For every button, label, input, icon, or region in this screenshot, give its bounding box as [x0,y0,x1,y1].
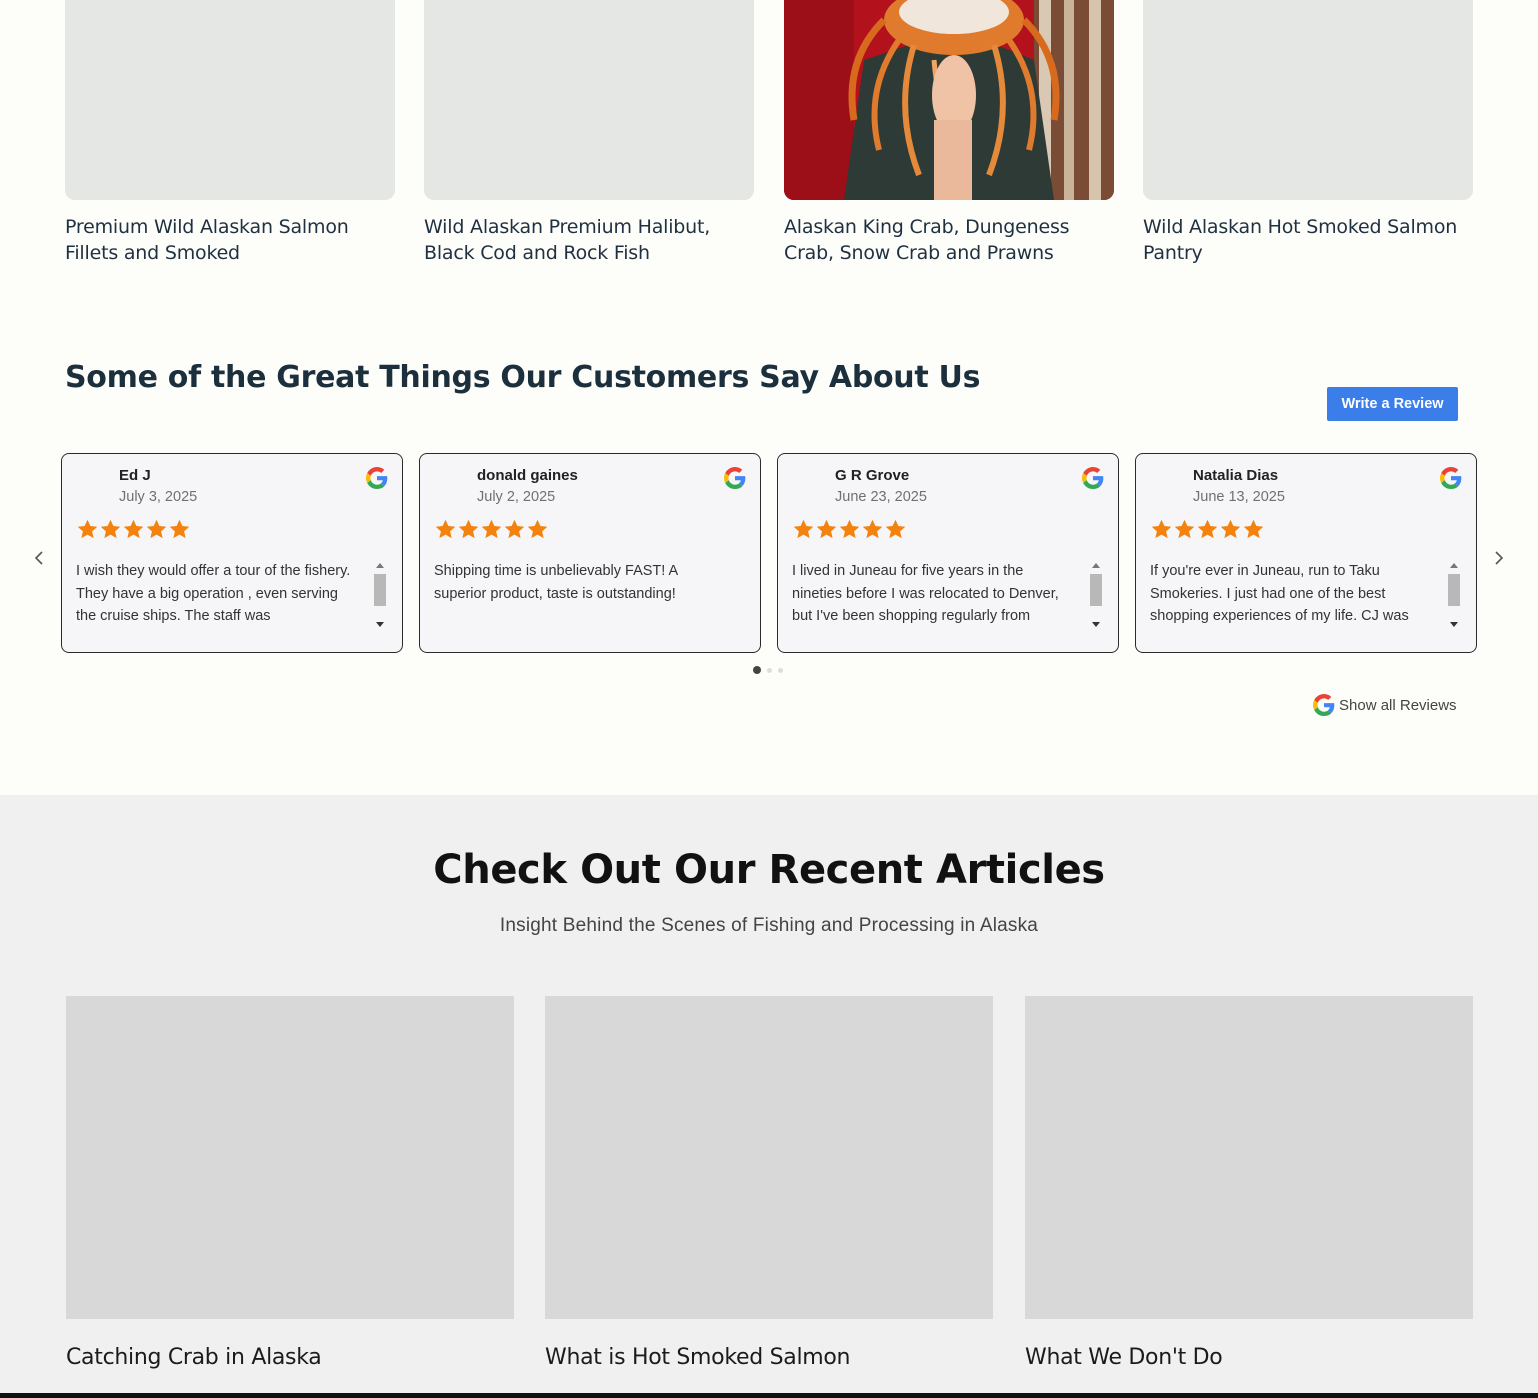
scroll-thumb[interactable] [374,574,386,606]
product-card[interactable]: Alaskan King Crab, Dungeness Crab, Snow … [784,0,1114,266]
google-icon [1313,694,1335,716]
recent-articles-section: Check Out Our Recent Articles Insight Be… [0,795,1538,1398]
google-icon [724,467,746,489]
article-card[interactable]: Catching Crab in Alaska [66,996,514,1370]
review-text: I wish they would offer a tour of the fi… [76,563,351,624]
review-date: June 13, 2025 [1193,489,1285,505]
star-rating [76,518,191,541]
star-icon [504,519,525,539]
product-title[interactable]: Wild Alaskan Premium Halibut, Black Cod … [424,214,754,266]
product-title[interactable]: Premium Wild Alaskan Salmon Fillets and … [65,214,395,266]
review-text: If you're ever in Juneau, run to Taku Sm… [1150,563,1409,624]
pager-dot-active[interactable] [753,666,761,674]
scroll-down-icon[interactable] [1092,622,1100,627]
scroll-down-icon[interactable] [376,622,384,627]
star-icon [100,519,121,539]
write-review-button[interactable]: Write a Review [1327,387,1458,421]
scroll-up-icon[interactable] [376,563,384,568]
star-rating [1150,518,1265,541]
article-image-placeholder[interactable] [545,996,993,1319]
articles-title: Check Out Our Recent Articles [433,847,1105,893]
review-date: July 3, 2025 [119,489,198,505]
reviews-heading: Some of the Great Things Our Customers S… [65,360,981,395]
google-icon [366,467,388,489]
product-title[interactable]: Alaskan King Crab, Dungeness Crab, Snow … [784,214,1114,266]
carousel-next-arrow[interactable] [1488,545,1510,571]
product-title[interactable]: Wild Alaskan Hot Smoked Salmon Pantry [1143,214,1473,266]
star-icon [458,519,479,539]
show-all-reviews-link[interactable]: Show all Reviews [1313,694,1457,716]
star-icon [816,519,837,539]
page-bottom-edge [0,1393,1538,1398]
review-card[interactable]: donald gaines July 2, 2025 Shipping time i… [419,453,761,653]
review-date: July 2, 2025 [477,489,556,505]
product-image-placeholder[interactable] [424,0,754,200]
review-text: Shipping time is unbelievably FAST! A su… [434,563,678,602]
review-scrollbar[interactable] [1089,562,1103,628]
crab-photo-illustration [784,0,1114,200]
star-icon [435,519,456,539]
review-text: I lived in Juneau for five years in the … [792,563,1059,624]
scroll-up-icon[interactable] [1450,563,1458,568]
review-date: June 23, 2025 [835,489,927,505]
google-icon [1082,467,1104,489]
product-image-placeholder[interactable] [65,0,395,200]
star-rating [434,518,549,541]
star-icon [862,519,883,539]
star-icon [1151,519,1172,539]
article-image-placeholder[interactable] [1025,996,1473,1319]
star-icon [527,519,548,539]
star-icon [123,519,144,539]
chevron-right-icon [1495,551,1504,565]
star-icon [885,519,906,539]
pager-dot[interactable] [778,667,783,673]
scroll-thumb[interactable] [1090,574,1102,606]
star-icon [793,519,814,539]
chevron-left-icon [34,551,43,565]
star-icon [1243,519,1264,539]
article-title[interactable]: What is Hot Smoked Salmon [545,1345,993,1370]
star-rating [792,518,907,541]
product-card[interactable]: Premium Wild Alaskan Salmon Fillets and … [65,0,395,266]
product-card[interactable]: Wild Alaskan Hot Smoked Salmon Pantry [1143,0,1473,266]
google-icon [1440,467,1462,489]
star-icon [1174,519,1195,539]
star-icon [839,519,860,539]
reviewer-name: Ed J [119,467,151,484]
review-card[interactable]: Natalia Dias June 13, 2025 If you're ever … [1135,453,1477,653]
article-title[interactable]: Catching Crab in Alaska [66,1345,514,1370]
scroll-thumb[interactable] [1448,574,1460,606]
product-collection-row: Premium Wild Alaskan Salmon Fillets and … [65,0,1473,280]
star-icon [77,519,98,539]
carousel-pager [753,666,783,674]
review-scrollbar[interactable] [373,562,387,628]
scroll-up-icon[interactable] [1092,563,1100,568]
pager-dot[interactable] [767,667,772,673]
reviewer-name: Natalia Dias [1193,467,1279,484]
product-image-placeholder[interactable] [1143,0,1473,200]
scroll-down-icon[interactable] [1450,622,1458,627]
article-card[interactable]: What is Hot Smoked Salmon [545,996,993,1370]
reviewer-name: donald gaines [477,467,578,484]
crab-product-image[interactable] [784,0,1114,200]
show-all-reviews-label: Show all Reviews [1339,696,1457,714]
product-card[interactable]: Wild Alaskan Premium Halibut, Black Cod … [424,0,754,266]
article-image-placeholder[interactable] [66,996,514,1319]
star-icon [481,519,502,539]
star-icon [1220,519,1241,539]
review-scrollbar[interactable] [1447,562,1461,628]
star-icon [1197,519,1218,539]
star-icon [146,519,167,539]
article-card[interactable]: What We Don't Do [1025,996,1473,1370]
reviewer-name: G R Grove [835,467,910,484]
review-card[interactable]: Ed J July 3, 2025 I wish they would offer … [61,453,403,653]
carousel-prev-arrow[interactable] [28,545,50,571]
article-title[interactable]: What We Don't Do [1025,1345,1473,1370]
articles-subtitle: Insight Behind the Scenes of Fishing and… [499,915,1039,936]
review-card[interactable]: G R Grove June 23, 2025 I lived in Juneau … [777,453,1119,653]
star-icon [169,519,190,539]
